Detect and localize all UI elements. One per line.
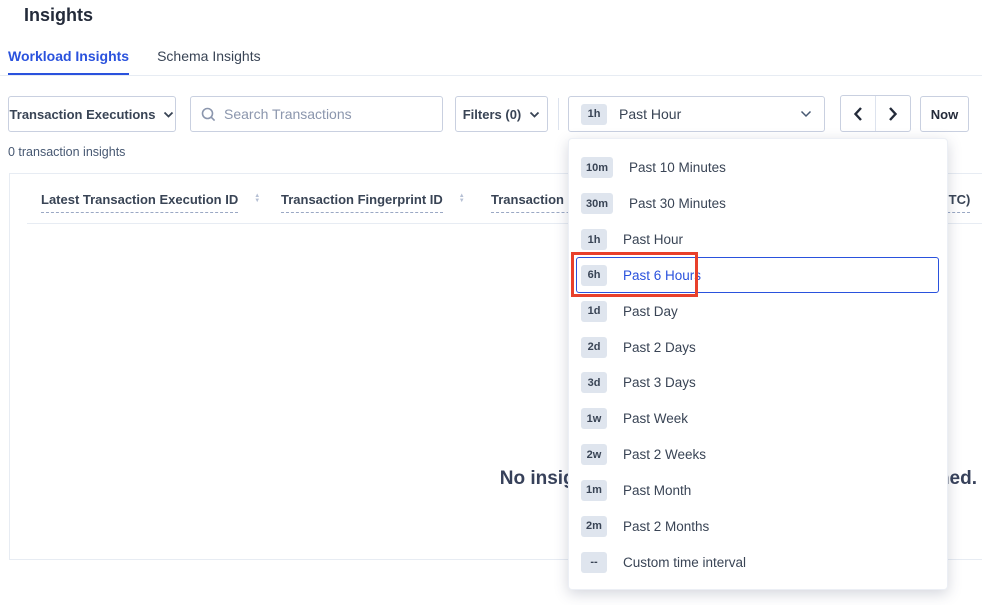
- interval-label: Past 2 Days: [623, 340, 696, 355]
- menu-item-past-3-days[interactable]: 3d Past 3 Days: [576, 365, 939, 401]
- column-header-latest-transaction-execution-id: Latest Transaction Execution ID ▲▼: [41, 192, 260, 213]
- interval-badge: 1m: [581, 480, 607, 501]
- next-interval-button[interactable]: [876, 96, 911, 131]
- now-button[interactable]: Now: [920, 96, 969, 132]
- interval-label: Past Hour: [623, 232, 683, 247]
- search-input[interactable]: [224, 106, 432, 122]
- menu-item-past-30-minutes[interactable]: 30m Past 30 Minutes: [576, 186, 939, 222]
- tab-workload-insights[interactable]: Workload Insights: [8, 46, 129, 76]
- menu-item-past-2-days[interactable]: 2d Past 2 Days: [576, 329, 939, 365]
- view-type-dropdown[interactable]: Transaction Executions: [8, 96, 176, 132]
- menu-item-custom-time-interval[interactable]: -- Custom time interval: [576, 544, 939, 580]
- interval-badge: 1h: [581, 229, 607, 250]
- chevron-down-icon: [163, 111, 174, 118]
- interval-badge: 30m: [581, 193, 613, 214]
- menu-item-past-day[interactable]: 1d Past Day: [576, 293, 939, 329]
- view-type-label: Transaction Executions: [10, 107, 156, 122]
- interval-badge: 2d: [581, 337, 607, 358]
- insights-page: Insights Workload Insights Schema Insigh…: [0, 0, 982, 605]
- sort-icon[interactable]: ▲▼: [459, 194, 465, 204]
- insights-count: 0 transaction insights: [8, 145, 125, 159]
- interval-badge: --: [581, 552, 607, 573]
- interval-badge: 2m: [581, 516, 607, 537]
- interval-label: Past 2 Weeks: [623, 447, 706, 462]
- interval-label: Past Day: [623, 304, 678, 319]
- search-icon: [201, 107, 216, 122]
- previous-interval-button[interactable]: [841, 96, 876, 131]
- interval-badge: 1d: [581, 301, 607, 322]
- page-title: Insights: [24, 5, 93, 26]
- chevron-down-icon: [529, 111, 540, 118]
- interval-badge: 2w: [581, 444, 607, 465]
- filters-dropdown[interactable]: Filters (0): [455, 96, 548, 132]
- interval-badge: 10m: [581, 157, 613, 178]
- chevron-down-icon: [800, 110, 812, 118]
- sort-icon[interactable]: ▲▼: [254, 194, 260, 204]
- chevron-left-icon: [853, 106, 863, 122]
- interval-badge: 6h: [581, 265, 607, 286]
- chevron-right-icon: [888, 106, 898, 122]
- menu-item-past-6-hours[interactable]: 6h Past 6 Hours: [576, 257, 939, 293]
- toolbar-divider: [558, 98, 559, 130]
- time-interval-menu: 10m Past 10 Minutes 30m Past 30 Minutes …: [568, 138, 948, 590]
- interval-badge: 1w: [581, 408, 607, 429]
- tab-schema-insights[interactable]: Schema Insights: [157, 46, 261, 76]
- menu-item-past-month[interactable]: 1m Past Month: [576, 472, 939, 508]
- interval-label: Custom time interval: [623, 555, 746, 570]
- tab-bar: Workload Insights Schema Insights: [8, 46, 261, 76]
- time-interval-badge: 1h: [581, 104, 607, 125]
- menu-item-past-2-weeks[interactable]: 2w Past 2 Weeks: [576, 437, 939, 473]
- time-interval-select[interactable]: 1h Past Hour: [568, 96, 825, 132]
- interval-label: Past 30 Minutes: [629, 196, 726, 211]
- column-label[interactable]: Transaction Fingerprint ID: [281, 192, 443, 213]
- column-label[interactable]: Latest Transaction Execution ID: [41, 192, 238, 213]
- time-interval-label: Past Hour: [619, 106, 788, 122]
- interval-badge: 3d: [581, 372, 607, 393]
- interval-label: Past Month: [623, 483, 691, 498]
- interval-label: Past 2 Months: [623, 519, 709, 534]
- menu-item-past-week[interactable]: 1w Past Week: [576, 401, 939, 437]
- time-step-controls: [840, 95, 911, 132]
- menu-item-past-hour[interactable]: 1h Past Hour: [576, 222, 939, 258]
- filters-label: Filters (0): [463, 107, 522, 122]
- menu-item-past-2-months[interactable]: 2m Past 2 Months: [576, 508, 939, 544]
- column-header-transaction-fingerprint-id: Transaction Fingerprint ID ▲▼: [281, 192, 465, 213]
- menu-item-past-10-minutes[interactable]: 10m Past 10 Minutes: [576, 150, 939, 186]
- interval-label: Past 10 Minutes: [629, 160, 726, 175]
- interval-label: Past 3 Days: [623, 375, 696, 390]
- interval-label: Past Week: [623, 411, 688, 426]
- tabs-divider: [0, 75, 982, 76]
- interval-label: Past 6 Hours: [623, 268, 701, 283]
- search-box[interactable]: [190, 96, 443, 132]
